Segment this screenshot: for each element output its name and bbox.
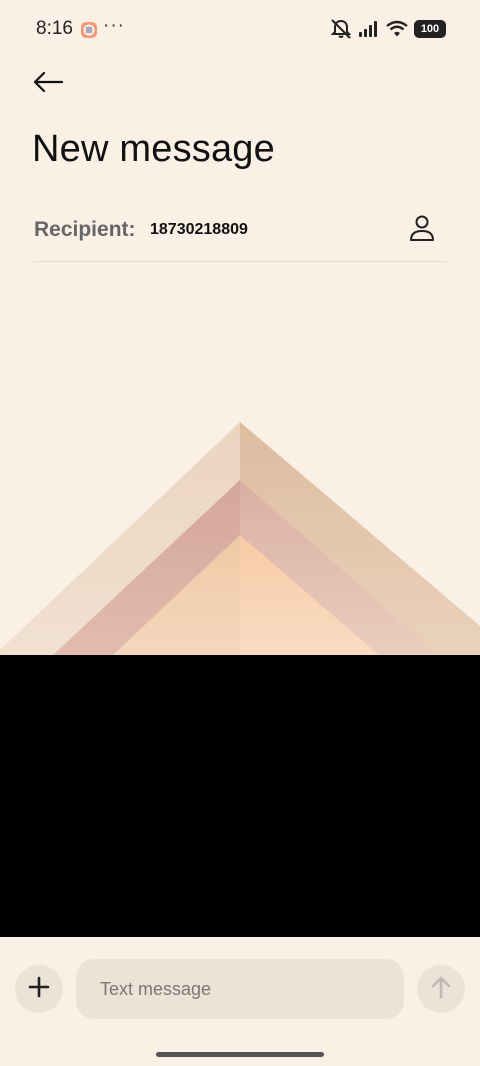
keyboard-area bbox=[0, 655, 480, 937]
status-time: 8:16 bbox=[36, 18, 73, 39]
signal-icon bbox=[358, 20, 380, 38]
message-input[interactable] bbox=[76, 959, 404, 1019]
add-attachment-button[interactable] bbox=[15, 965, 63, 1013]
contact-picker-button[interactable] bbox=[406, 214, 438, 246]
contact-person-icon bbox=[408, 214, 436, 247]
send-arrow-icon bbox=[430, 975, 452, 1004]
recipient-row[interactable]: Recipient: 18730218809 bbox=[34, 206, 446, 262]
empty-state-illustration bbox=[0, 420, 480, 656]
wifi-icon bbox=[386, 20, 408, 38]
status-icons: 100 bbox=[330, 19, 446, 39]
app-notification-icon bbox=[80, 21, 98, 39]
send-button[interactable] bbox=[417, 965, 465, 1013]
back-arrow-icon bbox=[32, 70, 64, 99]
home-indicator[interactable] bbox=[156, 1052, 324, 1057]
new-message-screen: 8:16 ··· 100 New message Recipient: 1873… bbox=[0, 0, 480, 1066]
mute-icon bbox=[330, 19, 352, 39]
page-title: New message bbox=[32, 128, 275, 170]
back-button[interactable] bbox=[28, 66, 68, 102]
status-bar: 8:16 ··· 100 bbox=[0, 0, 480, 60]
compose-bar bbox=[0, 937, 480, 1066]
recipient-label: Recipient: bbox=[34, 218, 136, 241]
plus-icon bbox=[28, 976, 50, 1003]
status-more-indicator: ··· bbox=[103, 15, 125, 36]
recipient-value[interactable]: 18730218809 bbox=[150, 221, 248, 239]
battery-icon: 100 bbox=[414, 20, 446, 38]
